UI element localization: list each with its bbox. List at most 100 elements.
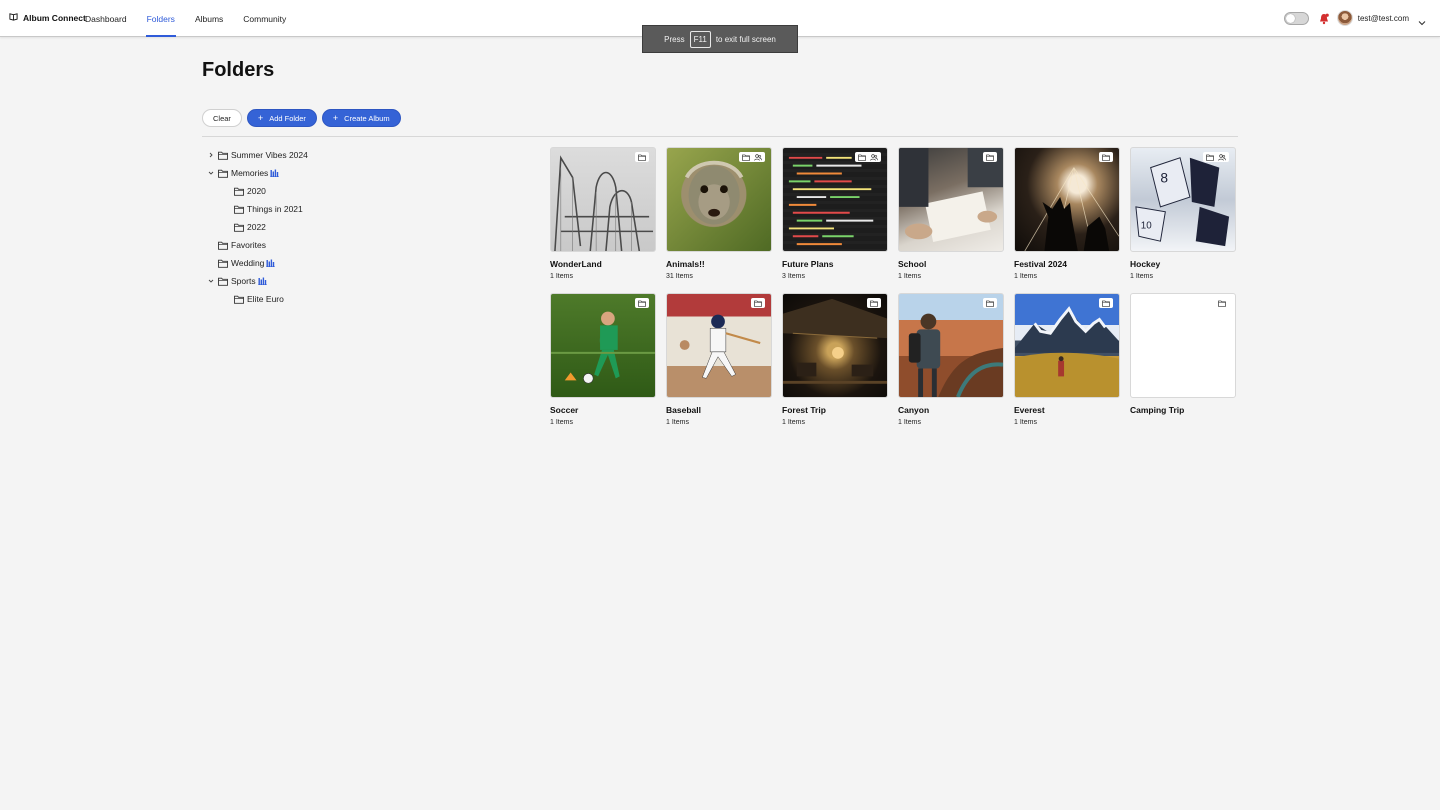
tree-item-label: 2022 (247, 222, 266, 232)
folder-icon (218, 169, 228, 178)
folder-thumbnail[interactable] (898, 293, 1004, 398)
card-badges (1099, 152, 1113, 162)
folder-thumbnail[interactable] (550, 293, 656, 398)
folder-grid: WonderLand 1 Items Animals!! 31 Items Future… (550, 147, 1236, 439)
folder-tree: Summer Vibes 2024 Memories 2020 Things in 2… (202, 146, 532, 308)
folder-thumbnail[interactable] (550, 147, 656, 252)
card-title: Everest (1014, 405, 1045, 415)
card-badges (983, 298, 997, 308)
tree-item-label: Favorites (231, 240, 266, 250)
card-badges (867, 298, 881, 308)
tree-item-label: 2020 (247, 186, 266, 196)
folder-card[interactable]: WonderLand 1 Items (550, 147, 656, 293)
shared-users-icon (1218, 148, 1226, 166)
tree-item[interactable]: Things in 2021 (202, 200, 532, 218)
card-title: Canyon (898, 405, 930, 415)
user-email[interactable]: test@test.com (1358, 14, 1409, 23)
folder-card[interactable]: Everest 1 Items (1014, 293, 1120, 439)
folder-icon (1102, 148, 1110, 166)
folder-card[interactable]: Canyon 1 Items (898, 293, 1004, 439)
brand-name: Album Connect (23, 12, 86, 23)
folder-icon (986, 294, 994, 312)
folder-icon (234, 223, 244, 232)
tree-item[interactable]: Memories (202, 164, 532, 182)
shared-users-icon (266, 259, 276, 267)
toast-prefix: Press (664, 34, 685, 44)
card-item-count: 31 Items (666, 273, 693, 280)
plus-icon: + (257, 113, 264, 123)
card-title: Baseball (666, 405, 701, 415)
bell-icon[interactable] (1319, 12, 1329, 25)
card-badges (739, 152, 765, 162)
folder-card[interactable]: Camping Trip (1130, 293, 1236, 439)
card-badges (1215, 298, 1229, 308)
folder-icon (1102, 294, 1110, 312)
add-folder-button[interactable]: + Add Folder (246, 109, 317, 127)
folder-icon (218, 259, 228, 268)
folder-thumbnail[interactable] (1014, 147, 1120, 252)
card-title: Future Plans (782, 259, 834, 269)
folder-icon (218, 241, 228, 250)
card-badges (1203, 152, 1229, 162)
folder-thumbnail[interactable] (898, 147, 1004, 252)
shared-users-icon (257, 277, 267, 285)
nav-community[interactable]: Community (243, 0, 286, 37)
folder-card[interactable]: Soccer 1 Items (550, 293, 656, 439)
folder-thumbnail[interactable] (666, 147, 772, 252)
folder-thumbnail[interactable] (1130, 293, 1236, 398)
plus-icon: + (332, 113, 339, 123)
folder-icon (638, 294, 646, 312)
folder-icon (234, 187, 244, 196)
folder-thumbnail[interactable] (1014, 293, 1120, 398)
folder-icon (234, 295, 244, 304)
folder-card[interactable]: School 1 Items (898, 147, 1004, 293)
tree-item[interactable]: Sports (202, 272, 532, 290)
nav-folders[interactable]: Folders (145, 0, 177, 37)
card-badges (751, 298, 765, 308)
divider (202, 136, 1238, 137)
avatar[interactable] (1336, 10, 1353, 26)
book-icon (9, 12, 18, 23)
tree-item[interactable]: Wedding (202, 254, 532, 272)
folder-thumbnail[interactable] (666, 293, 772, 398)
folder-card[interactable]: Forest Trip 1 Items (782, 293, 888, 439)
brand[interactable]: Album Connect (9, 12, 86, 23)
chevron-right-icon[interactable] (206, 150, 216, 160)
card-badges (635, 152, 649, 162)
card-title: Soccer (550, 405, 579, 415)
card-item-count: 1 Items (1130, 273, 1153, 280)
add-folder-label: Add Folder (269, 113, 306, 123)
folder-icon (858, 148, 866, 166)
chevron-down-icon[interactable] (1418, 14, 1426, 26)
nav-albums[interactable]: Albums (195, 0, 223, 37)
fullscreen-toast: Press F11 to exit full screen (642, 25, 798, 53)
svg-text:8: 8 (1160, 170, 1168, 185)
toast-key: F11 (689, 30, 711, 48)
create-album-label: Create Album (344, 113, 390, 123)
folder-icon (1218, 294, 1226, 312)
folder-card[interactable]: 8 10 Hockey 1 Items (1130, 147, 1236, 293)
header-tools: test@test.com (1283, 9, 1426, 27)
shared-users-icon (754, 148, 762, 166)
tree-item[interactable]: Summer Vibes 2024 (202, 146, 532, 164)
folder-card[interactable]: Future Plans 3 Items (782, 147, 888, 293)
folder-thumbnail[interactable] (782, 293, 888, 398)
folder-card[interactable]: Animals!! 31 Items (666, 147, 772, 293)
nav-dashboard[interactable]: Dashboard (85, 0, 127, 37)
tree-item[interactable]: Elite Euro (202, 290, 532, 308)
folder-card[interactable]: Baseball 1 Items (666, 293, 772, 439)
folder-card[interactable]: Festival 2024 1 Items (1014, 147, 1120, 293)
clear-button[interactable]: Clear (202, 109, 242, 127)
chevron-down-icon[interactable] (206, 168, 216, 178)
theme-toggle[interactable] (1283, 11, 1309, 25)
tree-item[interactable]: 2020 (202, 182, 532, 200)
tree-item[interactable]: 2022 (202, 218, 532, 236)
tree-item-label: Things in 2021 (247, 204, 303, 214)
chevron-down-icon[interactable] (206, 276, 216, 286)
card-item-count: 1 Items (1014, 273, 1037, 280)
folder-icon (218, 151, 228, 160)
create-album-button[interactable]: + Create Album (321, 109, 401, 127)
folder-thumbnail[interactable]: 8 10 (1130, 147, 1236, 252)
tree-item[interactable]: Favorites (202, 236, 532, 254)
folder-thumbnail[interactable] (782, 147, 888, 252)
